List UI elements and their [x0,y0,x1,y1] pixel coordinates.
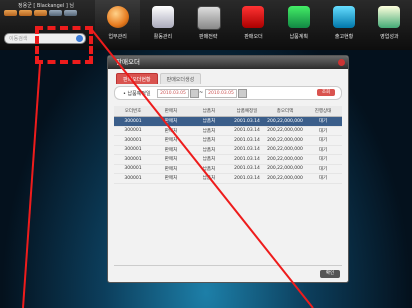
annotation-line-left [22,63,41,308]
annotation-lines [22,29,314,308]
annotation-line-right [91,29,314,308]
